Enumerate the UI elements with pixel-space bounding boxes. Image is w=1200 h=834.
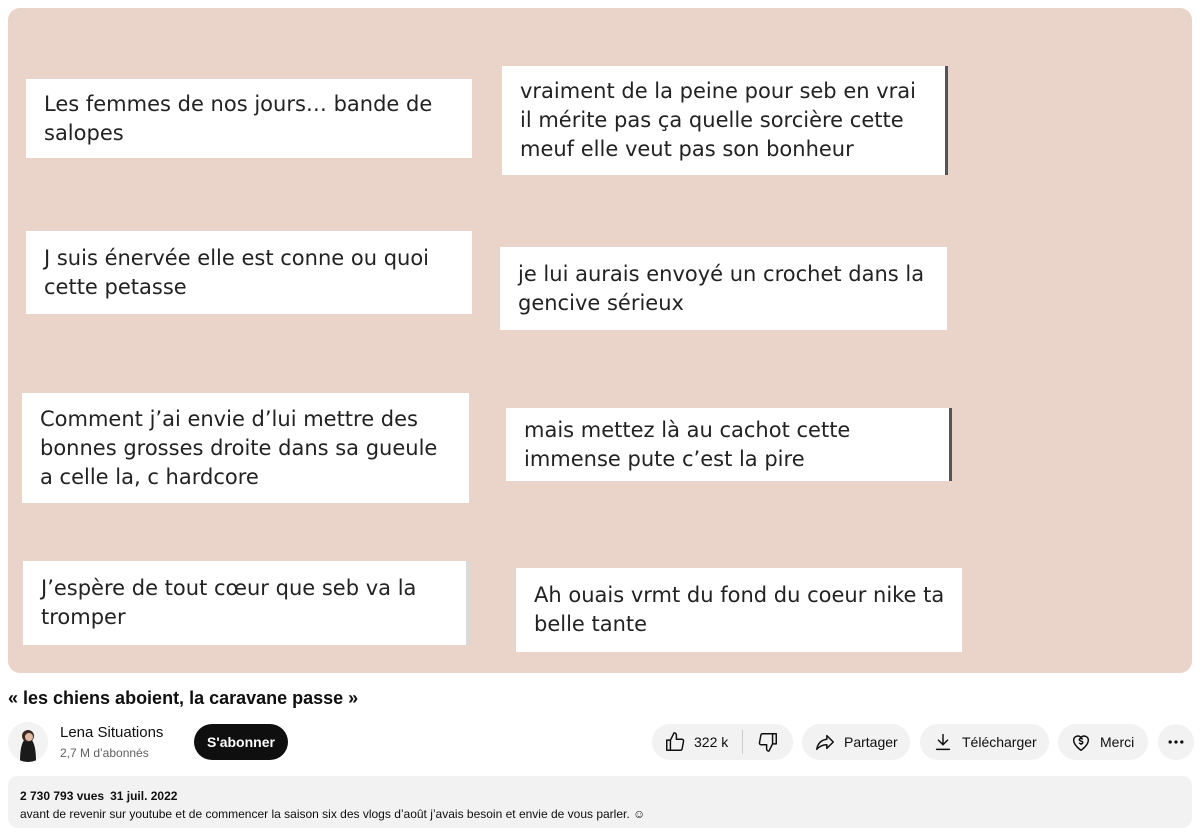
like-button[interactable]: 322 k (652, 724, 742, 760)
comment-card: J’espère de tout cœur que seb va la trom… (23, 561, 470, 645)
comment-card: Les femmes de nos jours… bande de salope… (26, 79, 472, 158)
description-box[interactable]: 2 730 793 vues 31 juil. 2022 avant de rev… (8, 776, 1192, 828)
channel-name[interactable]: Lena Situations (60, 724, 163, 741)
share-label: Partager (844, 734, 898, 750)
view-count: 2 730 793 vues (20, 789, 105, 803)
avatar[interactable] (8, 722, 48, 762)
comment-text: Ah ouais vrmt du fond du coeur nike ta b… (534, 583, 945, 636)
like-icon (664, 731, 686, 753)
video-player[interactable]: Les femmes de nos jours… bande de salope… (8, 8, 1192, 673)
description-text: avant de revenir sur youtube et de comme… (20, 807, 646, 821)
like-count: 322 k (694, 734, 729, 750)
description-meta: 2 730 793 vues 31 juil. 2022 (20, 789, 1180, 803)
thanks-button[interactable]: Merci (1058, 724, 1148, 760)
comment-text: vraiment de la peine pour seb en vrai il… (520, 79, 916, 161)
more-icon (1166, 732, 1186, 752)
share-button[interactable]: Partager (802, 724, 910, 760)
thanks-label: Merci (1100, 734, 1135, 750)
comment-text: J’espère de tout cœur que seb va la trom… (41, 576, 417, 629)
subscribe-button[interactable]: S'abonner (194, 724, 288, 760)
dislike-button[interactable] (743, 724, 793, 760)
comment-card: Ah ouais vrmt du fond du coeur nike ta b… (516, 568, 962, 652)
thanks-icon (1070, 731, 1092, 753)
comment-text: je lui aurais envoyé un crochet dans la … (518, 261, 925, 315)
comment-card: Comment j’ai envie d’lui mettre des bonn… (22, 393, 469, 503)
like-dislike-group: 322 k (652, 724, 793, 760)
comment-card: J suis énervée elle est conne ou quoi ce… (26, 231, 472, 314)
comment-card: mais mettez là au cachot cette immense p… (506, 408, 952, 481)
more-actions-button[interactable] (1158, 724, 1194, 760)
comment-text: J suis énervée elle est conne ou quoi ce… (44, 245, 430, 299)
dislike-icon (757, 731, 779, 753)
upload-date: 31 juil. 2022 (110, 789, 178, 803)
avatar-image (8, 722, 48, 762)
download-icon (932, 731, 954, 753)
comment-card: je lui aurais envoyé un crochet dans la … (500, 247, 947, 330)
subscriber-count: 2,7 M d’abonnés (60, 746, 149, 760)
comment-text: Les femmes de nos jours… bande de salope… (44, 91, 433, 145)
download-button[interactable]: Télécharger (920, 724, 1049, 760)
comment-card: vraiment de la peine pour seb en vrai il… (502, 66, 948, 175)
channel-row: Lena Situations 2,7 M d’abonnés S'abonne… (8, 720, 1194, 764)
share-icon (814, 731, 836, 753)
download-label: Télécharger (962, 734, 1037, 750)
video-title: « les chiens aboient, la caravane passe … (8, 688, 359, 708)
comment-text: mais mettez là au cachot cette immense p… (524, 417, 851, 471)
comment-text: Comment j’ai envie d’lui mettre des bonn… (40, 406, 438, 489)
